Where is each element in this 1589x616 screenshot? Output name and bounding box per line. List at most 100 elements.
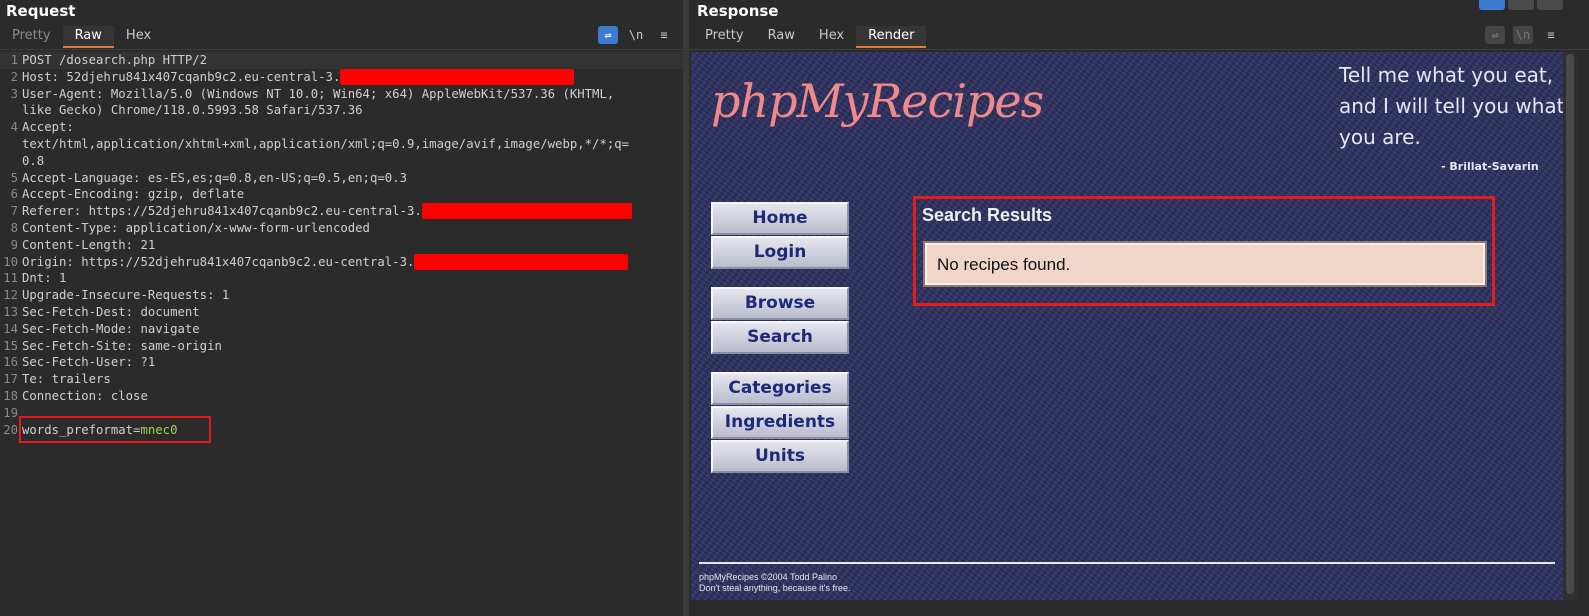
redaction-block [340, 68, 575, 85]
line-text: Referer: https://52djehru841x407cqanb9c2… [22, 204, 422, 219]
request-line[interactable]: text/html,application/xhtml+xml,applicat… [0, 136, 683, 153]
nav-group-data: Categories Ingredients Units [711, 372, 849, 474]
line-number: 16 [3, 355, 18, 370]
line-number: 18 [3, 388, 18, 403]
nav-login-button[interactable]: Login [711, 236, 849, 269]
line-number: 6 [10, 187, 18, 202]
line-number: 9 [10, 237, 18, 252]
line-number [0, 102, 18, 119]
line-text: Upgrade-Insecure-Requests: 1 [22, 288, 230, 303]
tab-pretty[interactable]: Pretty [0, 26, 63, 48]
request-line[interactable]: 15 Sec-Fetch-Site: same-origin [0, 338, 683, 355]
nav-ingredients-button[interactable]: Ingredients [711, 406, 849, 439]
request-line[interactable]: 17 Te: trailers [0, 371, 683, 388]
request-line[interactable]: 0.8 [0, 153, 683, 170]
menu-icon[interactable]: ≡ [1541, 26, 1561, 44]
quote-author: - Brillat-Savarin [1441, 160, 1539, 173]
line-number: 1 [10, 53, 18, 67]
request-line[interactable]: 16 Sec-Fetch-User: ?1 [0, 354, 683, 371]
redaction-block [414, 253, 629, 270]
divider [0, 49, 683, 50]
line-number: 7 [10, 204, 18, 219]
request-line[interactable]: 6 Accept-Encoding: gzip, deflate [0, 186, 683, 203]
footer-divider [699, 562, 1555, 564]
line-text: Origin: https://52djehru841x407cqanb9c2.… [22, 254, 415, 269]
rendered-page: phpMyRecipes Tell me what you eat, and I… [691, 52, 1563, 600]
layout-tabs-icon[interactable] [1537, 0, 1563, 10]
site-quote: Tell me what you eat, and I will tell yo… [1339, 63, 1563, 149]
show-newlines-icon: \n [1513, 26, 1533, 44]
render-scrollbar[interactable] [1563, 52, 1577, 600]
line-text: Content-Type: application/x-www-form-url… [22, 220, 370, 235]
request-line[interactable]: 1 POST /dosearch.php HTTP/2 [0, 52, 683, 69]
site-logo: phpMyRecipes [711, 74, 1044, 128]
line-number: 13 [3, 304, 18, 319]
nav-group-account: Home Login [711, 202, 849, 270]
line-text: Accept: [22, 120, 74, 135]
nav-units-button[interactable]: Units [711, 440, 849, 473]
request-toolbar: ⇌ \n ≡ [598, 26, 674, 44]
line-text: Host: 52djehru841x407cqanb9c2.eu-central… [22, 69, 341, 84]
nav-browse-button[interactable]: Browse [711, 287, 849, 320]
request-line[interactable]: 12 Upgrade-Insecure-Requests: 1 [0, 287, 683, 304]
no-results-message: No recipes found. [923, 241, 1487, 287]
request-line[interactable]: 5 Accept-Language: es-ES,es;q=0.8,en-US;q… [0, 170, 683, 187]
line-number: 11 [3, 271, 18, 286]
line-text: text/html,application/xhtml+xml,applicat… [22, 136, 630, 151]
layout-stacked-icon[interactable] [1508, 0, 1534, 10]
tab-hex[interactable]: Hex [114, 26, 163, 48]
response-title: Response [697, 2, 779, 20]
line-number: 5 [10, 170, 18, 185]
line-text: Sec-Fetch-Dest: document [22, 304, 200, 319]
show-newlines-icon[interactable]: \n [626, 26, 646, 44]
request-line[interactable]: 13 Sec-Fetch-Dest: document [0, 304, 683, 321]
request-line[interactable]: 8 Content-Type: application/x-www-form-ur… [0, 220, 683, 237]
line-text: Accept-Encoding: gzip, deflate [22, 187, 245, 202]
wrap-lines-icon: ⇌ [1485, 26, 1505, 44]
line-number: 20 [3, 422, 18, 437]
line-text: Content-Length: 21 [22, 237, 156, 252]
line-number [0, 136, 18, 153]
scroll-thumb[interactable] [1566, 54, 1574, 594]
menu-icon[interactable]: ≡ [654, 26, 674, 44]
request-line[interactable]: 10 Origin: https://52djehru841x407cqanb9c… [0, 253, 683, 271]
request-line[interactable]: 2 Host: 52djehru841x407cqanb9c2.eu-centra… [0, 68, 683, 86]
request-line[interactable]: 14 Sec-Fetch-Mode: navigate [0, 321, 683, 338]
line-number: 2 [10, 69, 18, 84]
request-line[interactable]: 11 Dnt: 1 [0, 270, 683, 287]
line-number: 8 [10, 220, 18, 235]
tab-raw[interactable]: Raw [62, 26, 114, 48]
layout-side-by-side-icon[interactable] [1479, 0, 1505, 10]
request-line[interactable]: 9 Content-Length: 21 [0, 237, 683, 254]
footer-tagline: Don't steal anything, because it's free. [699, 583, 851, 593]
line-text: like Gecko) Chrome/118.0.5993.58 Safari/… [22, 103, 363, 118]
footer: phpMyRecipes ©2004 Todd Palino Don't ste… [699, 572, 851, 594]
line-text: User-Agent: Mozilla/5.0 (Windows NT 10.0… [22, 86, 615, 101]
line-text: Dnt: 1 [22, 271, 67, 286]
response-toolbar: ⇌ \n ≡ [1485, 26, 1561, 44]
nav-home-button[interactable]: Home [711, 202, 849, 235]
request-tabs: Pretty Raw Hex [0, 26, 163, 48]
nav-search-button[interactable]: Search [711, 321, 849, 354]
line-number: 3 [10, 86, 18, 101]
divider [689, 49, 1589, 50]
nav-categories-button[interactable]: Categories [711, 372, 849, 405]
request-line[interactable]: 7 Referer: https://52djehru841x407cqanb9c… [0, 203, 683, 220]
tab-raw[interactable]: Raw [756, 26, 807, 48]
search-results-highlight: Search Results No recipes found. [913, 196, 1495, 306]
raw-request-editor[interactable]: 1 POST /dosearch.php HTTP/2 2 Host: 52djehr… [0, 52, 683, 438]
request-line[interactable]: like Gecko) Chrome/118.0.5993.58 Safari/… [0, 102, 683, 119]
request-line[interactable]: 3 User-Agent: Mozilla/5.0 (Windows NT 10.… [0, 86, 683, 103]
line-text: POST /dosearch.php HTTP/2 [22, 53, 208, 67]
line-text: Sec-Fetch-Site: same-origin [22, 338, 222, 353]
request-line[interactable]: 4 Accept: [0, 119, 683, 136]
footer-copyright: phpMyRecipes ©2004 Todd Palino [699, 572, 838, 582]
tab-hex[interactable]: Hex [807, 26, 856, 48]
layout-toggle [1479, 0, 1563, 10]
tab-pretty[interactable]: Pretty [693, 26, 756, 48]
wrap-lines-icon[interactable]: ⇌ [598, 26, 618, 44]
search-results-title: Search Results [922, 205, 1053, 225]
line-number: 12 [3, 288, 18, 303]
tab-render[interactable]: Render [856, 26, 927, 48]
request-line[interactable]: 18 Connection: close [0, 388, 683, 405]
